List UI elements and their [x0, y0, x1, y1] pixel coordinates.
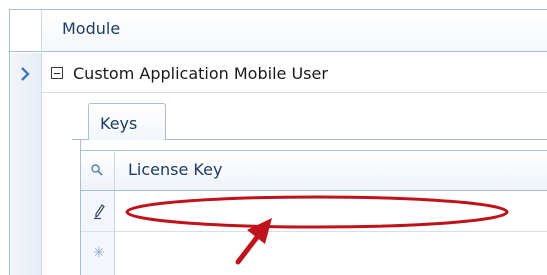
row-indicator-cell[interactable]	[10, 53, 42, 275]
annotation-highlight	[125, 195, 509, 265]
magnifier-icon[interactable]	[90, 163, 104, 177]
row-module-value[interactable]: Custom Application Mobile User	[73, 64, 328, 83]
tab-keys-label: Keys	[100, 114, 138, 133]
header-indicator-cell	[10, 10, 42, 52]
column-header-license-key-label: License Key	[128, 160, 223, 179]
chevron-right-icon	[21, 67, 30, 81]
row-divider	[42, 92, 547, 93]
collapse-minus-icon[interactable]	[51, 67, 63, 79]
pencil-icon	[94, 204, 105, 220]
asterisk-icon: ✳	[93, 245, 105, 261]
column-header-module-label: Module	[62, 19, 121, 38]
